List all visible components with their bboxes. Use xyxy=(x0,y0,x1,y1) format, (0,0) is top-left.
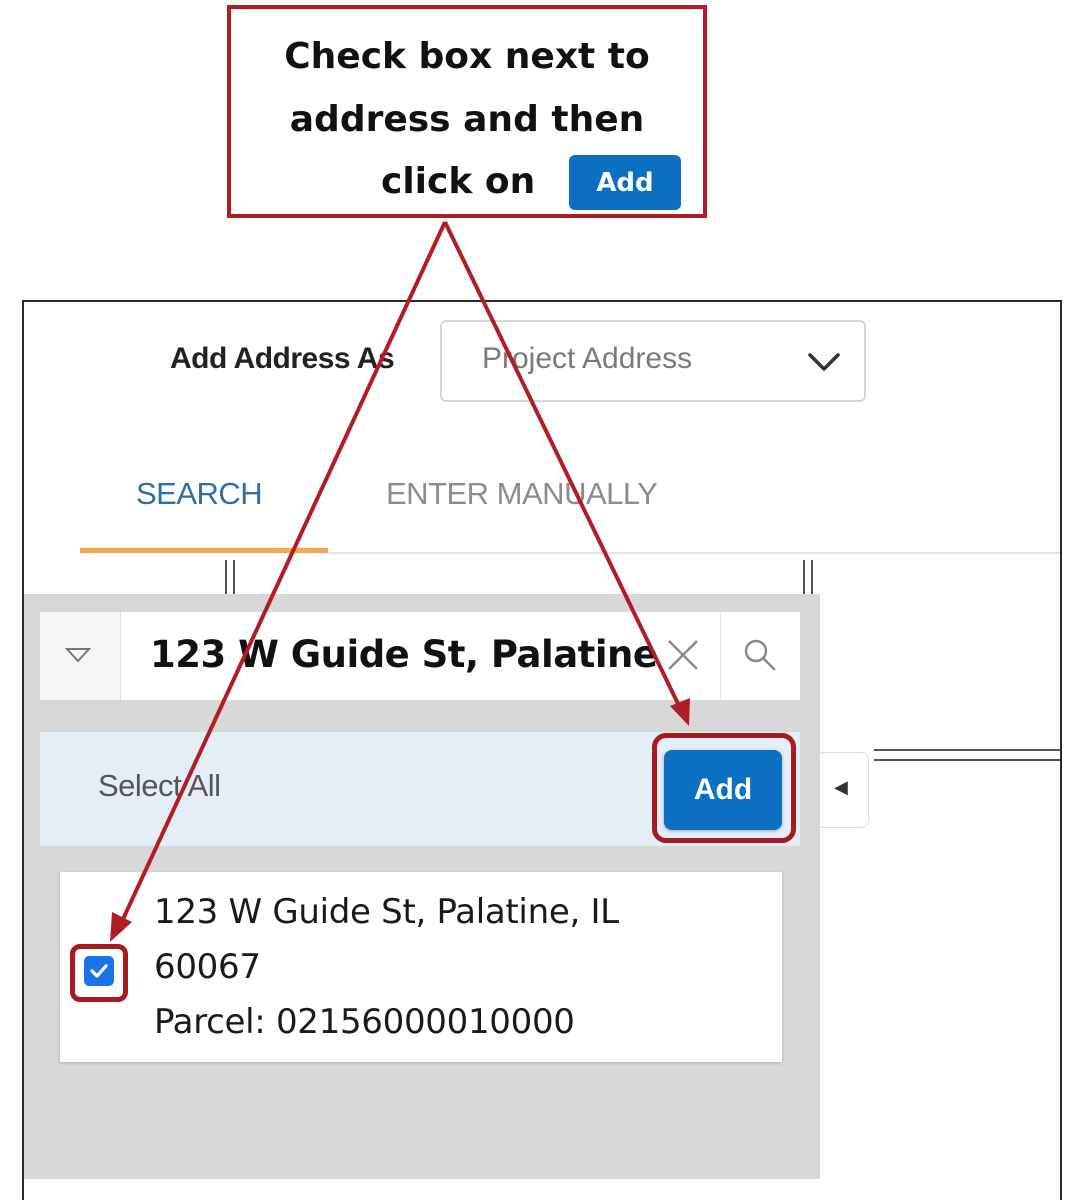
callout-line-3: click on xyxy=(381,161,536,202)
callout-line-1: Check box next to xyxy=(284,36,650,77)
search-type-dropdown[interactable] xyxy=(40,612,121,700)
checkbox-highlight xyxy=(70,944,128,1002)
add-address-as-select[interactable]: Project Address xyxy=(440,320,866,402)
search-icon[interactable] xyxy=(740,636,780,676)
caret-left-icon: ◀ xyxy=(834,777,848,797)
tab-search[interactable]: SEARCH xyxy=(136,476,263,512)
select-all-link[interactable]: Select All xyxy=(98,768,221,804)
callout-add-button-image: Add xyxy=(569,155,681,210)
result-address-line1: 123 W Guide St, Palatine, IL xyxy=(154,892,619,932)
add-address-as-value: Project Address xyxy=(482,342,693,375)
close-icon[interactable] xyxy=(660,632,706,678)
result-address-line2: 60067 xyxy=(154,947,261,987)
search-input-value: 123 W Guide St, Palatine xyxy=(150,633,658,676)
callout-line-2: address and then xyxy=(289,99,645,140)
add-button-highlight xyxy=(652,733,796,843)
collapse-panel-toggle[interactable]: ◀ xyxy=(820,752,869,828)
result-parcel: Parcel: 02156000010000 xyxy=(154,1002,575,1042)
active-tab-indicator xyxy=(80,548,328,553)
chevron-down-icon xyxy=(808,353,840,371)
tab-enter-manually[interactable]: ENTER MANUALLY xyxy=(386,476,658,512)
search-divider xyxy=(720,612,721,700)
instruction-callout: Check box next to address and then click… xyxy=(227,5,707,218)
add-address-as-label: Add Address As xyxy=(170,342,395,375)
triangle-down-icon xyxy=(64,648,92,663)
